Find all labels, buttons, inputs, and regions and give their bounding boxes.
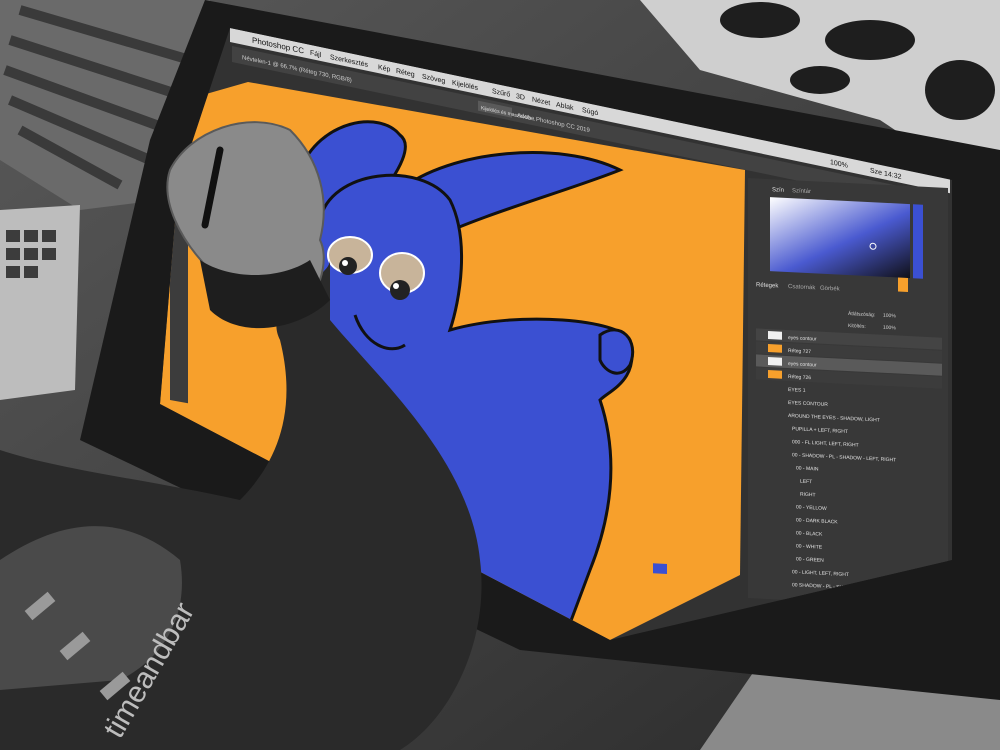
layer-row[interactable]: RIGHT — [800, 492, 816, 499]
layer-row[interactable]: 00 - MAIN — [796, 465, 819, 472]
svg-text:00 - MAIN: 00 - MAIN — [796, 465, 819, 472]
paths-tab[interactable]: Görbék — [820, 286, 841, 293]
color-swatch[interactable] — [653, 563, 667, 574]
layer-row[interactable]: LEFT — [800, 479, 812, 486]
layers-tab[interactable]: Rétegek — [756, 282, 779, 289]
foreground-swatch[interactable] — [898, 277, 908, 293]
hue-slider[interactable] — [913, 204, 923, 279]
svg-text:Réteg 726: Réteg 726 — [788, 374, 811, 381]
fill-label: Kitöltés: — [848, 323, 866, 330]
opacity-value[interactable]: 100% — [883, 313, 896, 320]
photo-svg: Photoshop CC Fájl Szerkesztés Kép Réteg … — [0, 0, 1000, 750]
layer-row[interactable]: EYES 1 — [788, 387, 806, 394]
svg-text:EYES 1: EYES 1 — [788, 387, 806, 394]
svg-text:RIGHT: RIGHT — [800, 492, 816, 499]
opacity-label: Átlátszóság: — [848, 310, 875, 318]
photo-scene: Photoshop CC Fájl Szerkesztés Kép Réteg … — [0, 0, 1000, 750]
swatches-tab[interactable]: Színtár — [792, 188, 811, 195]
svg-text:LEFT: LEFT — [800, 479, 812, 486]
svg-text:Réteg 727: Réteg 727 — [788, 348, 811, 355]
fill-value[interactable]: 100% — [883, 325, 896, 332]
color-tab[interactable]: Szín — [772, 187, 784, 194]
color-picker-field[interactable] — [770, 197, 910, 279]
